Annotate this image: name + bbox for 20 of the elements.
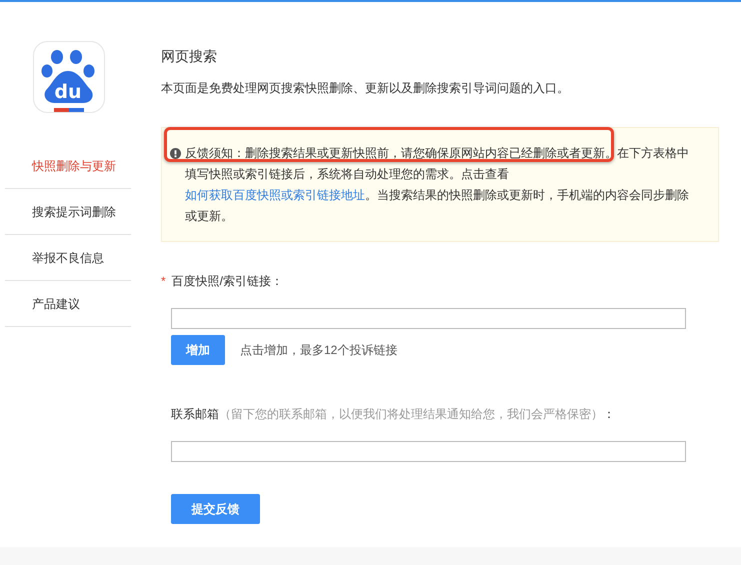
- email-input[interactable]: [171, 441, 686, 462]
- notice-text: 反馈须知：删除搜索结果或更新快照前，请您确保原网站内容已经删除或者更新。在下方表格中填写快照或索引链接后，系统将自动处理您的需求。点击查看 如何获取百度快照或索引链接地址。当搜索结果的快照删除或更新时，手机端的内容会同步删除或更新。: [185, 145, 690, 225]
- add-button[interactable]: 增加: [171, 335, 225, 365]
- submit-button[interactable]: 提交反馈: [171, 494, 260, 524]
- sidebar-item[interactable]: 快照删除与更新: [5, 143, 131, 189]
- add-hint: 点击增加，最多12个投诉链接: [240, 342, 398, 359]
- colon-text: ：: [603, 406, 615, 423]
- field-label: 百度快照/索引链接：: [172, 273, 284, 290]
- field-hint: （留下您的联系邮箱，以便我们将处理结果通知给您，我们会严格保密）: [219, 406, 603, 423]
- page-title: 网页搜索: [161, 47, 218, 66]
- help-link[interactable]: 如何获取百度快照或索引链接地址: [185, 188, 365, 202]
- logo-icon: du: [33, 41, 105, 113]
- sidebar-item[interactable]: 举报不良信息: [5, 235, 131, 281]
- link-input[interactable]: [171, 308, 686, 329]
- page-description: 本页面是免费处理网页搜索快照删除、更新以及删除搜索引导词问题的入口。: [161, 80, 570, 97]
- required-mark: *: [161, 273, 166, 290]
- field-label: 联系邮箱: [171, 406, 219, 423]
- sidebar-item[interactable]: 搜索提示词删除: [5, 189, 131, 235]
- warning-icon: [170, 148, 181, 159]
- sidebar-item[interactable]: 产品建议: [5, 281, 131, 327]
